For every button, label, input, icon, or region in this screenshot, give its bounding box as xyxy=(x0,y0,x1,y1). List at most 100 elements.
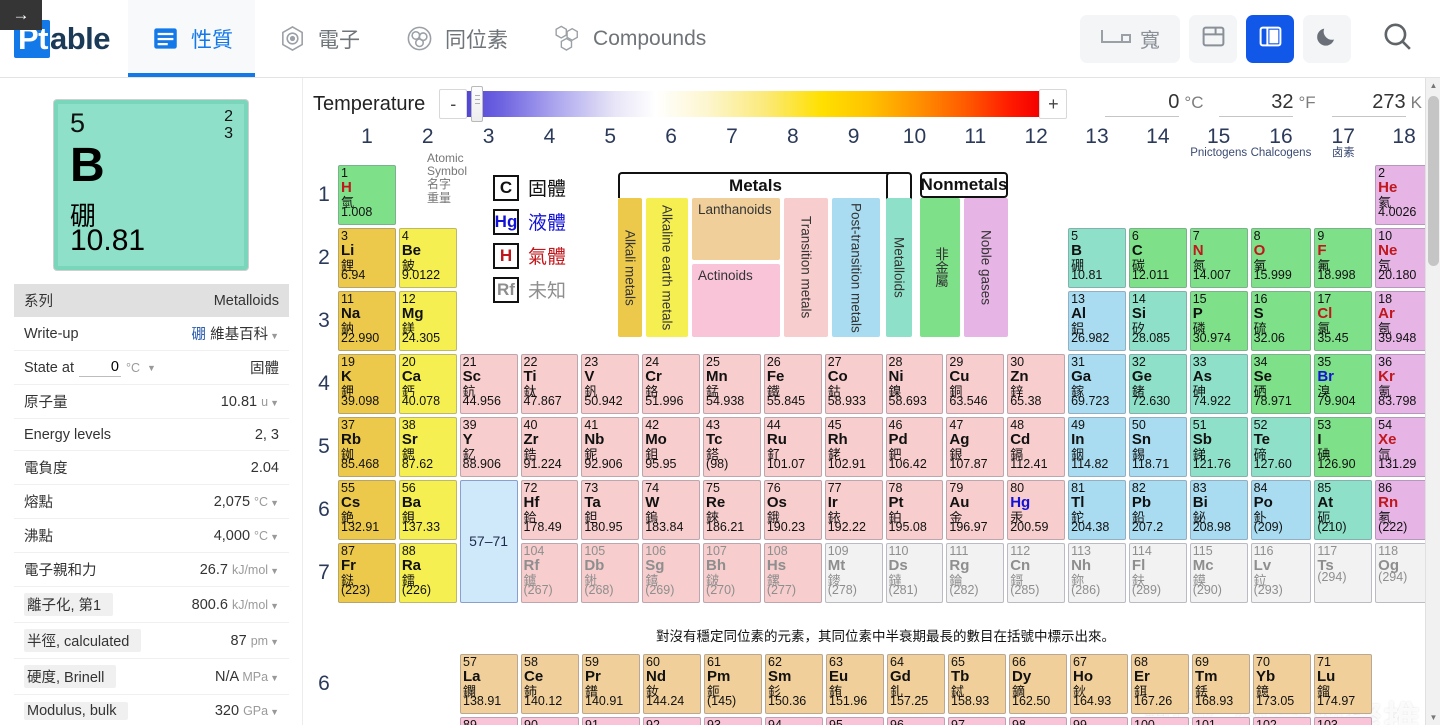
element-cell-Pr[interactable]: 59 Pr 鐠 140.91 xyxy=(582,653,640,714)
element-cell-Rb[interactable]: 37 Rb 銣 85.468 xyxy=(338,416,396,477)
element-cell-Sc[interactable]: 21 Sc 鈧 44.956 xyxy=(459,353,518,414)
element-cell-Tc[interactable]: 43 Tc 鎝 (98) xyxy=(703,416,761,477)
element-cell-Fe[interactable]: 26 Fe 鐵 55.845 xyxy=(763,353,822,414)
element-cell-Ts[interactable]: 117 Ts (294) xyxy=(1314,542,1373,603)
property-row-atomic-weight[interactable]: 原子量 10.81 u ▼ xyxy=(14,385,289,419)
element-cell-Rh[interactable]: 45 Rh 銠 102.91 xyxy=(824,416,883,477)
vertical-scrollbar[interactable]: ▲ ▼ xyxy=(1425,78,1440,725)
chevron-down-icon[interactable]: ▼ xyxy=(270,601,279,611)
element-cell-90[interactable]: 90 xyxy=(521,716,579,725)
element-cell-Hs[interactable]: 108 Hs 鏍 (277) xyxy=(763,542,822,603)
chevron-down-icon[interactable]: ▼ xyxy=(270,566,279,576)
element-cell-F[interactable]: 9 F 氟 18.998 xyxy=(1314,227,1373,288)
atomic-weight-unit[interactable]: u xyxy=(261,395,268,409)
chevron-down-icon[interactable]: ▼ xyxy=(270,331,279,341)
element-cell-Rf[interactable]: 104 Rf 鑪 (267) xyxy=(520,542,579,603)
element-cell-Mt[interactable]: 109 Mt 䥑 (278) xyxy=(824,542,883,603)
group-header-10[interactable]: 10 xyxy=(886,126,944,162)
element-cell-Eu[interactable]: 63 Eu 銪 151.96 xyxy=(826,653,884,714)
element-cell-S[interactable]: 16 S 硫 32.06 xyxy=(1250,290,1312,351)
element-cell-94[interactable]: 94 xyxy=(765,716,823,725)
melting-point-unit[interactable]: °C xyxy=(254,495,268,509)
element-cell-92[interactable]: 92 xyxy=(643,716,701,725)
element-cell-Cs[interactable]: 55 Cs 銫 132.91 xyxy=(338,479,396,540)
element-cell-Mg[interactable]: 12 Mg 鎂 24.305 xyxy=(398,290,457,351)
element-cell-Lv[interactable]: 116 Lv 鉝 (293) xyxy=(1250,542,1312,603)
chevron-down-icon[interactable]: ▼ xyxy=(147,363,156,373)
element-cell-Lu[interactable]: 71 Lu 鎦 174.97 xyxy=(1314,653,1372,714)
element-cell-Au[interactable]: 79 Au 金 196.97 xyxy=(946,479,1005,540)
ionization-unit[interactable]: kJ/mol xyxy=(232,598,268,612)
element-cell-Ag[interactable]: 47 Ag 銀 107.87 xyxy=(946,416,1005,477)
element-cell-Nd[interactable]: 60 Nd 釹 144.24 xyxy=(643,653,701,714)
element-cell-95[interactable]: 95 xyxy=(826,716,884,725)
element-cell-Y[interactable]: 39 Y 釔 88.906 xyxy=(459,416,518,477)
element-cell-Ho[interactable]: 67 Ho 鈥 164.93 xyxy=(1070,653,1128,714)
element-cell-Na[interactable]: 11 Na 鈉 22.990 xyxy=(338,290,396,351)
element-cell-Fr[interactable]: 87 Fr 鍅 (223) xyxy=(338,542,396,603)
element-cell-Se[interactable]: 34 Se 硒 78.971 xyxy=(1250,353,1312,414)
element-cell-Sn[interactable]: 50 Sn 錫 118.71 xyxy=(1128,416,1187,477)
property-row-melting-point[interactable]: 熔點 2,075 °C ▼ xyxy=(14,485,289,519)
category-box-5[interactable]: Post-transition metals xyxy=(832,198,880,337)
element-cell-Ni[interactable]: 28 Ni 鎳 58.693 xyxy=(885,353,944,414)
chevron-down-icon[interactable]: ▼ xyxy=(270,498,279,508)
element-cell-Ta[interactable]: 73 Ta 鉭 180.95 xyxy=(581,479,640,540)
element-cell-Cn[interactable]: 112 Cn 鎶 (285) xyxy=(1007,542,1066,603)
element-cell-Mo[interactable]: 42 Mo 鉬 95.95 xyxy=(642,416,701,477)
element-cell-Ba[interactable]: 56 Ba 鋇 137.33 xyxy=(398,479,457,540)
element-cell-Hg[interactable]: 80 Hg 汞 200.59 xyxy=(1007,479,1066,540)
element-cell-Cl[interactable]: 17 Cl 氯 35.45 xyxy=(1314,290,1373,351)
element-cell-Po[interactable]: 84 Po 釙 (209) xyxy=(1250,479,1312,540)
element-cell-La[interactable]: 57 La 鑭 138.91 xyxy=(460,653,518,714)
element-cell-Zr[interactable]: 40 Zr 鋯 91.224 xyxy=(520,416,579,477)
element-cell-Ra[interactable]: 88 Ra 鐳 (226) xyxy=(398,542,457,603)
tab-properties[interactable]: 性質 xyxy=(128,0,256,77)
temperature-increase-button[interactable]: + xyxy=(1039,89,1068,119)
group-header-8[interactable]: 8 xyxy=(764,126,822,162)
layout-sidebar-button[interactable] xyxy=(1246,14,1294,63)
property-row-radius[interactable]: 半徑, calculated 87 pm ▼ xyxy=(14,623,289,659)
element-cell-V[interactable]: 23 V 釩 50.942 xyxy=(581,353,640,414)
chevron-down-icon[interactable]: ▼ xyxy=(270,532,279,542)
element-cell-93[interactable]: 93 xyxy=(704,716,762,725)
element-cell-Nh[interactable]: 113 Nh 鉨 (286) xyxy=(1068,542,1126,603)
group-header-5[interactable]: 5 xyxy=(581,126,639,162)
element-cell-Zn[interactable]: 30 Zn 鋅 65.38 xyxy=(1007,353,1066,414)
group-header-9[interactable]: 9 xyxy=(825,126,883,162)
element-cell-Re[interactable]: 75 Re 錸 186.21 xyxy=(703,479,761,540)
group-header-12[interactable]: 12 xyxy=(1007,126,1065,162)
element-cell-Tl[interactable]: 81 Tl 鉈 204.38 xyxy=(1068,479,1126,540)
category-box-2[interactable]: Lanthanoids xyxy=(692,198,780,260)
radius-select[interactable]: 半徑, calculated xyxy=(24,629,142,652)
group-header-4[interactable]: 4 xyxy=(521,126,579,162)
property-row-writeup[interactable]: Write-up 硼 維基百科 ▼ xyxy=(14,317,289,351)
element-cell-Co[interactable]: 27 Co 鈷 58.933 xyxy=(824,353,883,414)
period-label-6[interactable]: 6 xyxy=(313,480,335,540)
element-cell-Yb[interactable]: 70 Yb 鐿 173.05 xyxy=(1253,653,1311,714)
ionization-select[interactable]: 離子化, 第1 xyxy=(24,593,114,616)
element-cell-Mc[interactable]: 115 Mc 鏌 (290) xyxy=(1189,542,1248,603)
element-cell-Er[interactable]: 68 Er 鉺 167.26 xyxy=(1131,653,1189,714)
period-label-4[interactable]: 4 xyxy=(313,354,335,414)
element-cell-Ru[interactable]: 44 Ru 釕 101.07 xyxy=(763,416,822,477)
writeup-value[interactable]: 硼 維基百科 ▼ xyxy=(192,323,279,344)
layout-split-button[interactable] xyxy=(1189,14,1237,63)
element-cell-Db[interactable]: 105 Db 𨧀 (268) xyxy=(581,542,640,603)
lanthanide-placeholder[interactable]: 57–71 xyxy=(459,479,518,603)
property-row-boiling-point[interactable]: 沸點 4,000 °C ▼ xyxy=(14,519,289,553)
element-cell-91[interactable]: 91 xyxy=(582,716,640,725)
element-cell-Ga[interactable]: 31 Ga 鎵 69.723 xyxy=(1068,353,1126,414)
element-cell-Ds[interactable]: 110 Ds 鐽 (281) xyxy=(885,542,944,603)
temperature-slider-track[interactable] xyxy=(467,86,1040,122)
property-row-ionization[interactable]: 離子化, 第1 800.6 kJ/mol ▼ xyxy=(14,587,289,623)
element-cell-Gd[interactable]: 64 Gd 釓 157.25 xyxy=(887,653,945,714)
element-cell-Fl[interactable]: 114 Fl 鈇 (289) xyxy=(1128,542,1187,603)
boiling-point-unit[interactable]: °C xyxy=(254,529,268,543)
dark-mode-button[interactable] xyxy=(1303,14,1351,63)
element-cell-Tb[interactable]: 65 Tb 鋱 158.93 xyxy=(948,653,1006,714)
chevron-down-icon[interactable]: ▼ xyxy=(270,707,279,717)
group-header-14[interactable]: 14 xyxy=(1129,126,1187,162)
period-label-7[interactable]: 7 xyxy=(313,543,335,603)
property-row-modulus[interactable]: Modulus, bulk 320 GPa ▼ xyxy=(14,695,289,725)
